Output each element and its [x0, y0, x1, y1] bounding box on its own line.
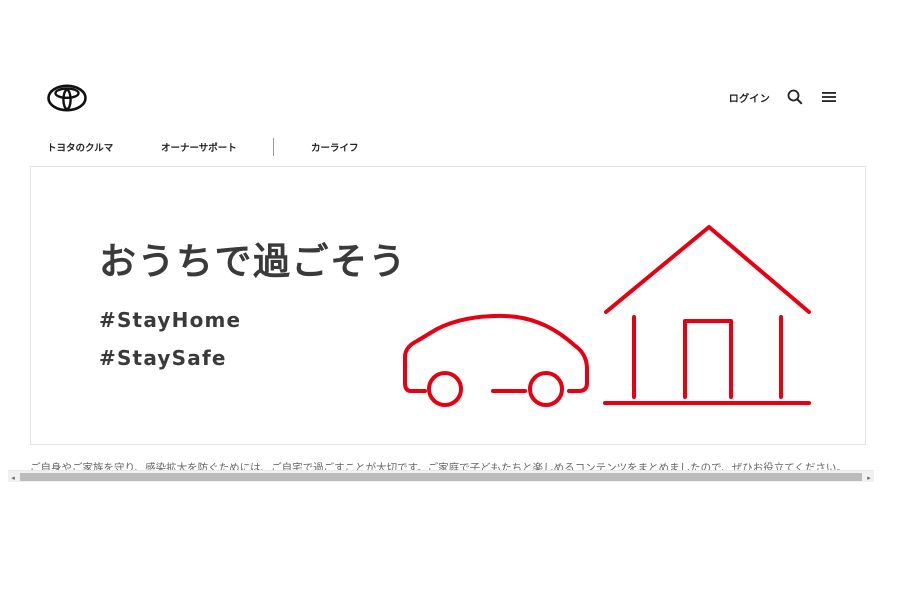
- nav-item-car-life[interactable]: カーライフ: [311, 140, 359, 154]
- car-and-house-icon: [403, 225, 811, 407]
- horizontal-scrollbar[interactable]: ◂ ▸: [8, 470, 874, 482]
- nav-item-toyota-cars[interactable]: トヨタのクルマ: [47, 140, 161, 154]
- hero-title: おうちで過ごそう: [99, 240, 407, 283]
- scrollbar-thumb[interactable]: [20, 473, 862, 481]
- hero-banner[interactable]: おうちで過ごそう #StayHome #StaySafe: [30, 166, 866, 445]
- hamburger-menu-icon[interactable]: [820, 88, 838, 106]
- hashtag-stay-home: #StayHome: [99, 308, 242, 332]
- scroll-left-arrow-icon[interactable]: ◂: [8, 473, 18, 482]
- header-actions: ログイン: [729, 86, 838, 108]
- login-link[interactable]: ログイン: [729, 90, 770, 105]
- nav-item-owner-support[interactable]: オーナーサポート: [161, 140, 273, 154]
- intro-text-container: ご自身やご家族を守り、感染拡大を防ぐためには、ご自宅で過ごすことが大切です。ご家…: [30, 461, 866, 470]
- global-nav: トヨタのクルマ オーナーサポート カーライフ: [47, 137, 359, 157]
- toyota-logo-icon[interactable]: [47, 84, 87, 112]
- hashtag-stay-safe: #StaySafe: [99, 346, 227, 370]
- nav-divider: [273, 138, 274, 156]
- intro-text: ご自身やご家族を守り、感染拡大を防ぐためには、ご自宅で過ごすことが大切です。ご家…: [30, 462, 847, 470]
- page: ログイン トヨタのクルマ オーナーサポート カーライフ おうちで過ごそう #St…: [0, 0, 900, 600]
- search-icon[interactable]: [786, 88, 804, 106]
- scroll-right-arrow-icon[interactable]: ▸: [864, 473, 874, 482]
